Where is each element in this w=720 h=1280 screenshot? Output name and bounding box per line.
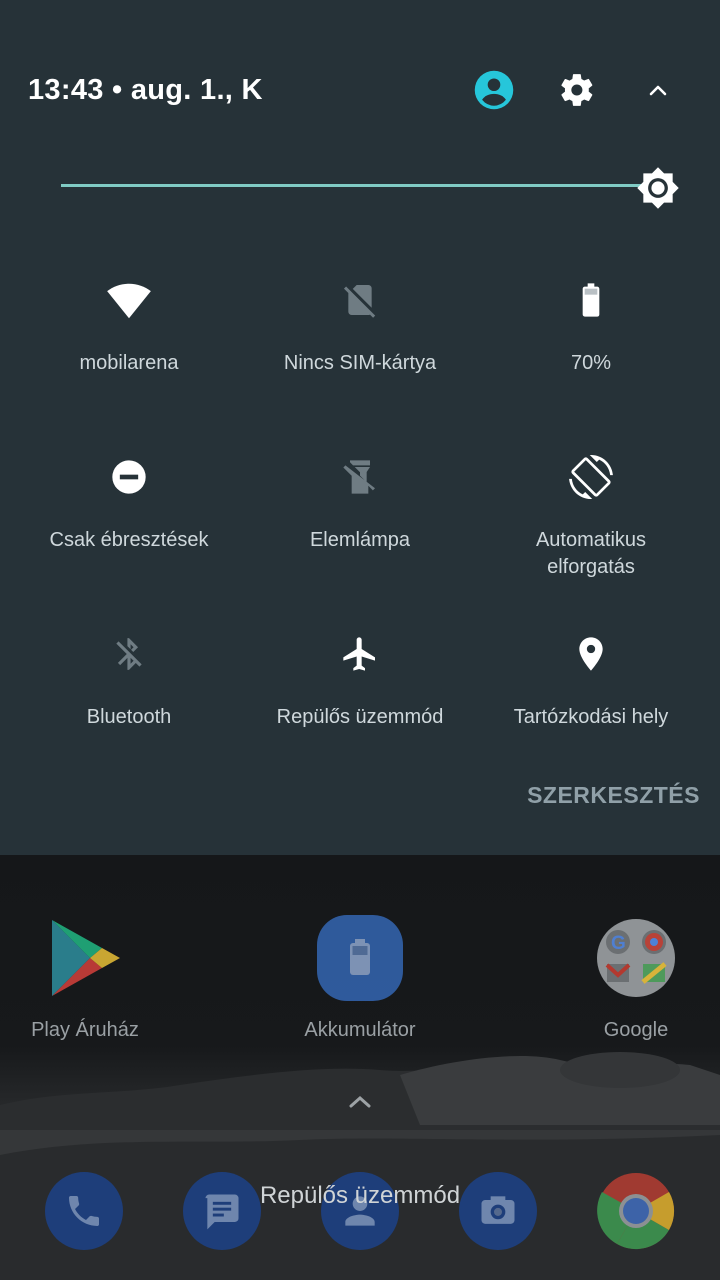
clock-date[interactable]: 13:43 • aug. 1., K: [28, 74, 263, 107]
tile-label: Automatikus elforgatás: [535, 529, 647, 578]
wifi-icon: [99, 270, 159, 330]
chevron-up-icon[interactable]: [636, 68, 680, 112]
tile-label: Bluetooth: [86, 706, 172, 728]
google-folder-icon: G: [593, 915, 679, 1001]
tile-bluetooth[interactable]: Bluetooth: [14, 624, 244, 774]
tile-location[interactable]: Tartózkodási hely: [476, 624, 706, 774]
play-store-icon: [42, 915, 128, 1001]
battery-app-icon: [317, 915, 403, 1001]
tile-label: Tartózkodási hely: [513, 706, 669, 728]
app-label: Akkumulátor: [304, 1019, 416, 1041]
tile-dnd[interactable]: Csak ébresztések: [14, 447, 244, 597]
tile-label: Csak ébresztések: [49, 529, 209, 551]
quick-settings-panel: 13:43 • aug. 1., K mobilarena Nincs SIM-…: [0, 0, 720, 855]
brightness-icon[interactable]: [634, 164, 682, 212]
svg-text:G: G: [611, 933, 626, 954]
tile-flashlight[interactable]: Elemlámpa: [245, 447, 475, 597]
tile-label: 70%: [570, 352, 612, 374]
tile-airplane[interactable]: Repülős üzemmód: [245, 624, 475, 774]
edit-button[interactable]: SZERKESZTÉS: [527, 782, 700, 809]
tile-label: Nincs SIM-kártya: [283, 352, 437, 374]
tile-sim[interactable]: Nincs SIM-kártya: [245, 270, 475, 420]
app-play-store[interactable]: Play Áruház: [0, 915, 175, 1055]
tile-label: Repülős üzemmód: [276, 706, 444, 728]
airplane-icon: [330, 624, 390, 684]
tile-wifi[interactable]: mobilarena: [14, 270, 244, 420]
no-sim-icon: [330, 270, 390, 330]
airplane-mode-toast: Repülős üzemmód: [259, 1182, 461, 1209]
auto-rotate-icon: [561, 447, 621, 507]
tile-label: Elemlámpa: [309, 529, 411, 551]
brightness-track[interactable]: [61, 184, 645, 187]
quick-settings-header: 13:43 • aug. 1., K: [0, 60, 720, 120]
tile-battery[interactable]: 70%: [476, 270, 706, 420]
tile-auto-rotate[interactable]: Automatikus elforgatás: [476, 447, 706, 597]
gear-icon[interactable]: [555, 68, 599, 112]
app-battery[interactable]: Akkumulátor: [270, 915, 450, 1055]
app-google-folder[interactable]: G Google: [546, 915, 720, 1055]
home-screen: Play Áruház Akkumulátor G Google Repülős…: [0, 855, 720, 1280]
app-label: Play Áruház: [31, 1019, 139, 1041]
bluetooth-off-icon: [99, 624, 159, 684]
battery-icon: [561, 270, 621, 330]
brightness-slider[interactable]: [0, 160, 720, 216]
account-circle-icon[interactable]: [472, 68, 516, 112]
tile-label: mobilarena: [79, 352, 179, 374]
location-icon: [561, 624, 621, 684]
do-not-disturb-icon: [99, 447, 159, 507]
app-drawer-arrow-icon[interactable]: [345, 1092, 375, 1112]
flashlight-off-icon: [330, 447, 390, 507]
app-label: Google: [603, 1019, 669, 1041]
